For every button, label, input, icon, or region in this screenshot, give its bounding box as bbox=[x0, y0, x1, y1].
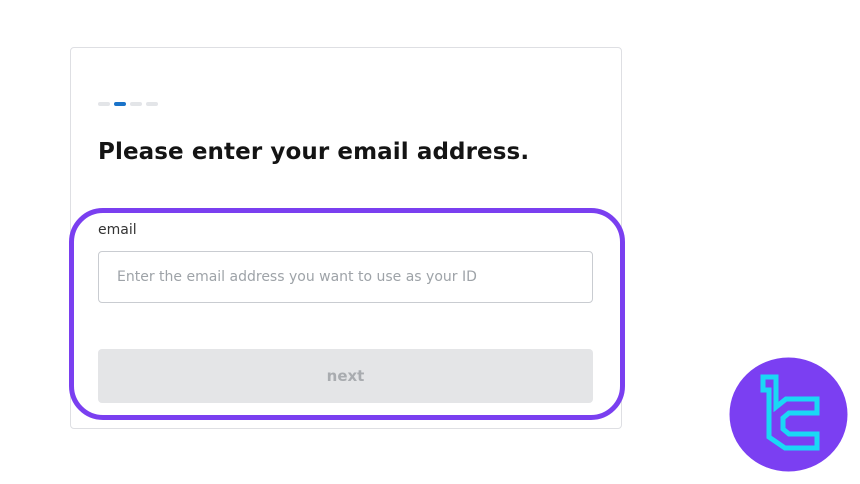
email-field[interactable] bbox=[98, 251, 593, 303]
step-dot-2 bbox=[114, 102, 126, 106]
step-indicator bbox=[98, 102, 158, 106]
page-title: Please enter your email address. bbox=[98, 139, 530, 165]
step-dot-4 bbox=[146, 102, 158, 106]
page: Please enter your email address. email n… bbox=[0, 0, 860, 484]
step-dot-3 bbox=[130, 102, 142, 106]
step-dot-1 bbox=[98, 102, 110, 106]
next-button[interactable]: next bbox=[98, 349, 593, 403]
email-label: email bbox=[98, 222, 137, 238]
brand-logo-icon bbox=[729, 357, 848, 472]
